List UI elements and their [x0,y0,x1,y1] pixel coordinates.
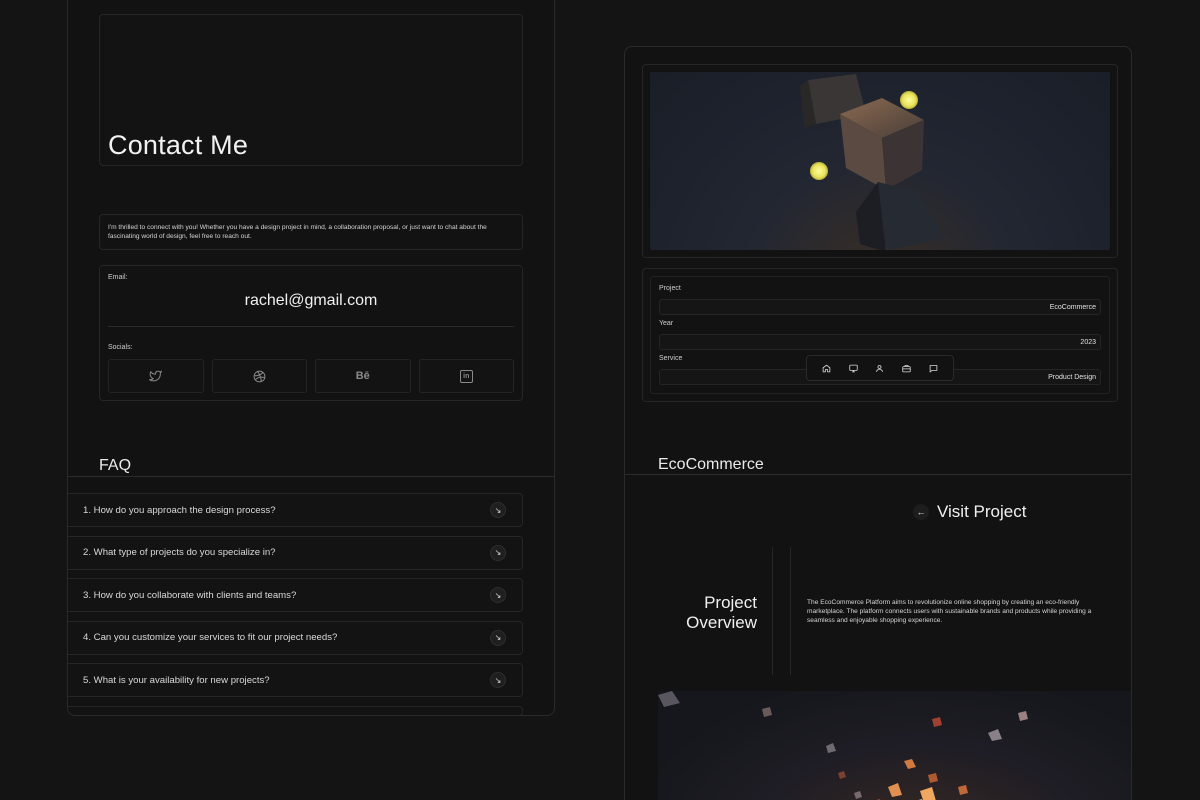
exploding-cubes-illustration [658,691,1028,800]
project-panel: Project EcoCommerce Year 2023 Service Pr… [624,46,1132,800]
faq-item[interactable]: 2. What type of projects do you speciali… [68,535,523,570]
social-dribbble-button[interactable] [211,359,307,393]
faq-question: 5. What is your availability for new pro… [83,674,270,686]
faq-item[interactable] [68,705,523,715]
project-hero-image-frame [642,64,1118,258]
social-behance-button[interactable]: Bē [315,359,411,393]
faq-item[interactable]: 3. How do you collaborate with clients a… [68,578,523,612]
arrow-down-right-icon: ↘ [490,502,506,518]
faq-question: 2. What type of projects do you speciali… [83,547,276,558]
overview-text: The EcoCommerce Platform aims to revolut… [807,599,1092,624]
faq-list: 1. How do you approach the design proces… [68,493,523,715]
floating-nav-bar [806,355,954,381]
email-link[interactable]: rachel@gmail.com [100,292,522,310]
dribbble-icon [253,370,266,382]
contact-intro: I'm thrilled to connect with you! Whethe… [99,214,523,250]
social-twitter-button[interactable] [108,359,204,393]
divider [108,326,514,327]
socials-label: Socials: [108,344,133,351]
arrow-down-right-icon: ↘ [490,587,506,603]
faq-question: 3. How do you collaborate with clients a… [83,589,297,601]
divider [772,547,773,675]
briefcase-icon[interactable] [900,361,914,375]
page-title: Contact Me [108,130,249,160]
project-value: EcoCommerce [659,299,1101,315]
arrow-down-right-icon: ↘ [490,629,506,646]
divider [790,547,791,675]
social-links: Bē in [108,359,514,393]
faq-item[interactable]: 1. How do you approach the design proces… [68,493,523,527]
contact-hero: Contact Me [99,14,523,166]
floating-cubes-illustration [800,74,944,250]
service-label: Service [659,355,683,362]
project-label: Project [659,285,681,292]
contact-panel: Contact Me I'm thrilled to connect with … [67,0,555,716]
chat-icon[interactable] [927,361,941,375]
email-label: Email: [108,274,128,281]
arrow-down-right-icon: ↘ [490,544,506,561]
faq-item[interactable]: 5. What is your availability for new pro… [68,663,523,697]
project-meta-frame: Project EcoCommerce Year 2023 Service Pr… [642,268,1118,402]
behance-icon: Bē [355,370,370,382]
faq-item[interactable]: 4. Can you customize your services to fi… [68,620,523,655]
home-icon[interactable] [819,361,833,375]
arrow-down-right-icon: ↘ [490,672,506,688]
social-linkedin-button[interactable]: in [418,359,514,393]
faq-heading: FAQ [99,457,132,474]
monitor-icon[interactable] [846,361,860,375]
project-heading: EcoCommerce [658,456,764,473]
visit-project-link[interactable]: ← Visit Project [913,502,1026,522]
overview-heading: Project Overview [686,593,757,632]
year-value: 2023 [659,334,1101,350]
faq-question: 1. How do you approach the design proces… [83,504,276,516]
year-label: Year [659,320,674,327]
linkedin-icon: in [459,369,473,383]
contact-card: Email: rachel@gmail.com Socials: Bē in [99,265,523,401]
project-secondary-image [658,691,1131,800]
divider [625,474,1131,475]
divider [68,476,554,477]
twitter-icon [149,370,163,382]
faq-question: 4. Can you customize your services to fi… [83,632,338,643]
arrow-left-icon: ← [913,504,929,520]
visit-project-label: Visit Project [937,502,1027,521]
project-hero-image [650,72,1110,250]
user-icon[interactable] [873,361,887,375]
